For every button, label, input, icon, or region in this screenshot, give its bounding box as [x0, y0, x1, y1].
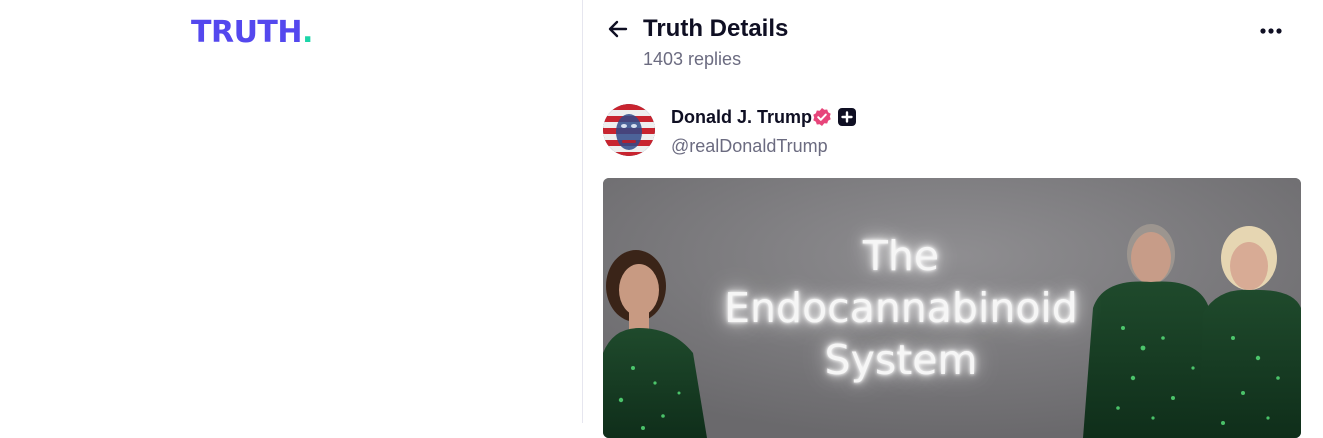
avatar-image: [603, 104, 655, 156]
logo-dot: .: [302, 15, 313, 50]
plus-badge-icon: [838, 108, 856, 126]
verified-badge-icon: [813, 108, 831, 126]
post-media-image[interactable]: The Endocannabinoid System: [603, 178, 1301, 438]
more-options-button[interactable]: [1257, 20, 1285, 42]
arrow-left-icon: [608, 20, 628, 38]
more-horizontal-icon: [1260, 28, 1282, 34]
overlay-text-lines: The Endocannabinoid System: [603, 230, 1199, 386]
overlay-line-2: Endocannabinoid: [724, 284, 1078, 332]
page-title: Truth Details: [643, 15, 789, 42]
author-name: Donald J. Trump: [671, 107, 813, 127]
post-detail-column: Truth Details 1403 replies Donald J. Tru…: [583, 0, 1323, 438]
overlay-line-1: The: [862, 232, 940, 280]
truth-social-logo[interactable]: TRUTH.: [191, 14, 313, 52]
media-overlay-text: The Endocannabinoid System: [603, 178, 1199, 438]
author-badges: [812, 107, 856, 127]
logo-text: TRUTH: [191, 15, 303, 50]
overlay-line-3: System: [824, 336, 978, 384]
avatar[interactable]: [603, 104, 655, 156]
back-button[interactable]: [603, 14, 633, 44]
author-handle: @realDonaldTrump: [671, 136, 828, 156]
replies-count: 1403 replies: [643, 49, 742, 69]
